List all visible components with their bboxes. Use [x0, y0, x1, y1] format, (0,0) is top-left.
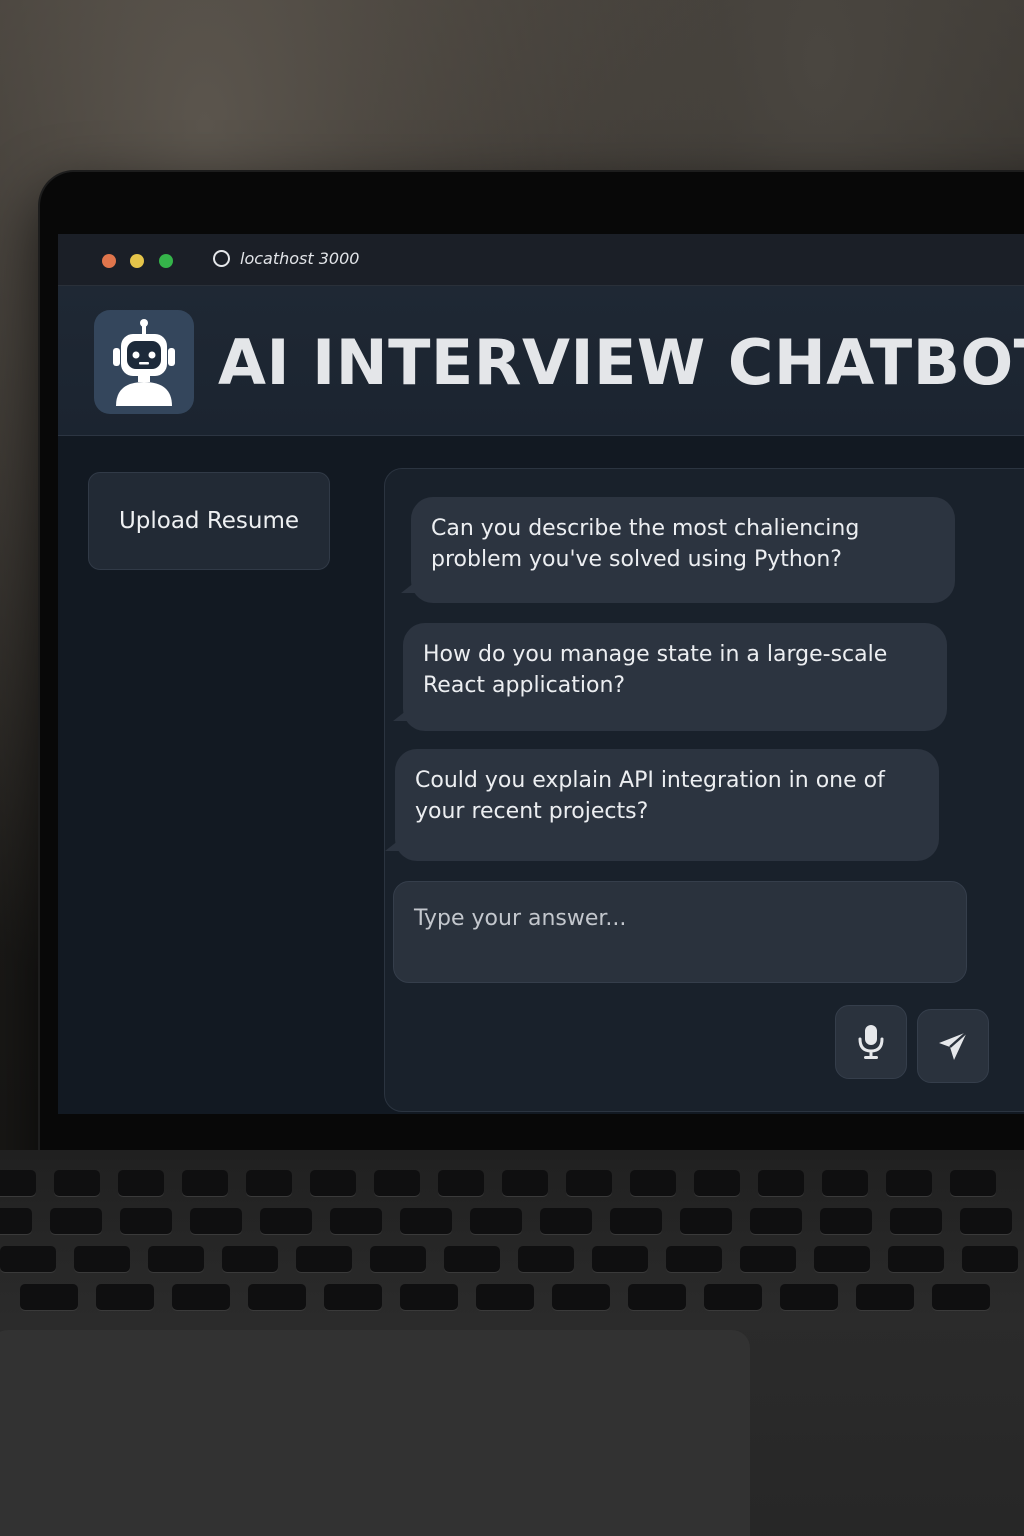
keyboard-key — [950, 1170, 996, 1196]
keyboard-key — [96, 1284, 154, 1310]
address-bar-url[interactable]: locathost 3000 — [240, 249, 359, 268]
answer-input[interactable] — [393, 881, 967, 983]
keyboard-key — [50, 1208, 102, 1234]
keyboard-key — [890, 1208, 942, 1234]
laptop-keyboard-deck — [0, 1150, 1024, 1536]
keyboard-key — [54, 1170, 100, 1196]
keyboard-key — [740, 1246, 796, 1272]
keyboard-key — [820, 1208, 872, 1234]
keyboard-key — [0, 1170, 36, 1196]
keyboard-key — [502, 1170, 548, 1196]
keyboard-key — [694, 1170, 740, 1196]
keyboard-key — [310, 1170, 356, 1196]
close-window-button[interactable] — [102, 254, 116, 268]
keyboard-key — [0, 1208, 32, 1234]
keyboard-key — [118, 1170, 164, 1196]
keyboard-key — [540, 1208, 592, 1234]
keyboard-key — [476, 1284, 534, 1310]
keyboard-key — [630, 1170, 676, 1196]
keyboard-key — [148, 1246, 204, 1272]
minimize-window-button[interactable] — [130, 254, 144, 268]
keyboard-key — [680, 1208, 732, 1234]
keyboard-key — [628, 1284, 686, 1310]
page-status-icon — [213, 250, 230, 267]
keyboard-key — [74, 1246, 130, 1272]
keyboard-key — [592, 1246, 648, 1272]
keyboard-key — [330, 1208, 382, 1234]
microphone-icon — [858, 1025, 884, 1059]
photo-scene: locathost 3000 AI INTERVIEW CHATBOT Uplo… — [0, 0, 1024, 1536]
keyboard-key — [814, 1246, 870, 1272]
page-title: AI INTERVIEW CHATBOT — [218, 326, 1024, 399]
chat-message: Can you describe the most chaliencing pr… — [401, 497, 955, 603]
keyboard-key — [566, 1170, 612, 1196]
keyboard-key — [932, 1284, 990, 1310]
chat-message: Could you explain API integration in one… — [385, 749, 939, 861]
keyboard-key — [248, 1284, 306, 1310]
laptop-bezel: locathost 3000 AI INTERVIEW CHATBOT Uplo… — [40, 172, 1024, 1212]
keyboard-key — [552, 1284, 610, 1310]
keyboard-key — [182, 1170, 228, 1196]
keyboard-key — [0, 1246, 56, 1272]
keyboard-key — [822, 1170, 868, 1196]
keyboard-key — [190, 1208, 242, 1234]
chat-message: How do you manage state in a large-scale… — [393, 623, 947, 731]
keyboard-key — [610, 1208, 662, 1234]
keyboard-key — [888, 1246, 944, 1272]
keyboard-key — [438, 1170, 484, 1196]
chat-panel: Can you describe the most chaliencing pr… — [384, 468, 1024, 1112]
keyboard-key — [296, 1246, 352, 1272]
keyboard-key — [400, 1284, 458, 1310]
keyboard-key — [400, 1208, 452, 1234]
zoom-window-button[interactable] — [159, 254, 173, 268]
upload-resume-button[interactable]: Upload Resume — [88, 472, 330, 570]
keyboard-key — [260, 1208, 312, 1234]
keyboard-key — [886, 1170, 932, 1196]
app-header: AI INTERVIEW CHATBOT — [58, 286, 1024, 436]
keyboard-key — [172, 1284, 230, 1310]
keyboard-key — [324, 1284, 382, 1310]
keyboard-key — [222, 1246, 278, 1272]
keyboard-key — [758, 1170, 804, 1196]
keyboard-key — [666, 1246, 722, 1272]
send-button[interactable] — [917, 1009, 989, 1083]
microphone-button[interactable] — [835, 1005, 907, 1079]
keyboard-key — [20, 1284, 78, 1310]
send-icon — [939, 1031, 968, 1060]
keyboard-key — [960, 1208, 1012, 1234]
keyboard-key — [374, 1170, 420, 1196]
keyboard-key — [780, 1284, 838, 1310]
trackpad — [0, 1330, 750, 1536]
keyboard-key — [750, 1208, 802, 1234]
keyboard-key — [518, 1246, 574, 1272]
browser-toolbar: locathost 3000 — [58, 234, 1024, 286]
keyboard-key — [444, 1246, 500, 1272]
laptop-screen: locathost 3000 AI INTERVIEW CHATBOT Uplo… — [58, 234, 1024, 1114]
keyboard-key — [246, 1170, 292, 1196]
keyboard-key — [962, 1246, 1018, 1272]
keyboard-key — [704, 1284, 762, 1310]
keyboard-key — [370, 1246, 426, 1272]
keyboard-key — [470, 1208, 522, 1234]
keyboard-key — [120, 1208, 172, 1234]
robot-icon — [94, 310, 194, 414]
keyboard-key — [856, 1284, 914, 1310]
